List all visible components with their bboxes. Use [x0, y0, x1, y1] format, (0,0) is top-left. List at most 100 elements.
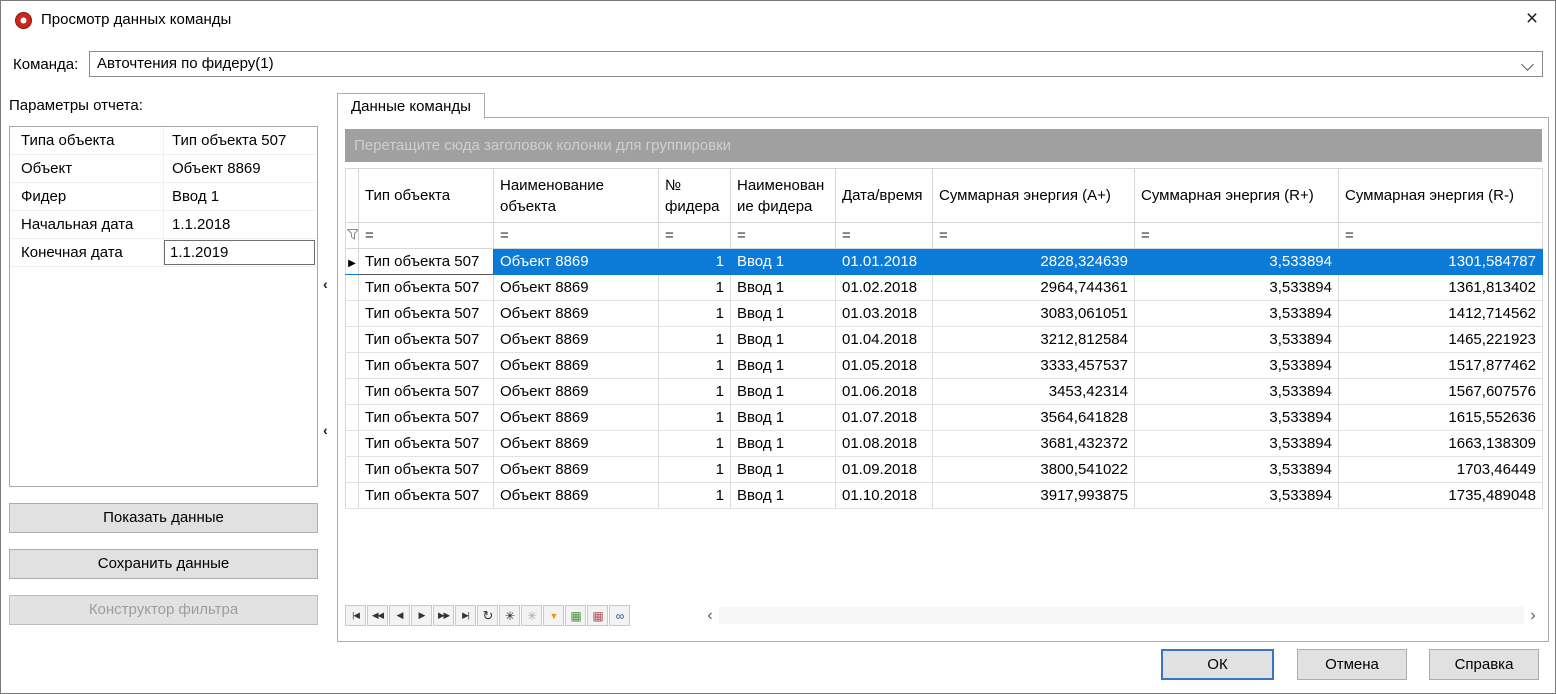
column-header[interactable]: № фидера — [659, 169, 731, 223]
table-row[interactable]: ▶Тип объекта 507Объект 88691Ввод 101.01.… — [346, 249, 1543, 275]
param-row[interactable]: Начальная дата1.1.2018 — [10, 211, 317, 239]
param-value[interactable]: Объект 8869 — [164, 155, 317, 182]
scrollbar-track[interactable] — [719, 607, 1524, 624]
grid-cell[interactable]: Объект 8869 — [494, 483, 659, 509]
table-row[interactable]: Тип объекта 507Объект 88691Ввод 101.06.2… — [346, 379, 1543, 405]
grid-cell[interactable]: 3,533894 — [1135, 457, 1339, 483]
nav-filter-button[interactable]: ▼ — [543, 605, 564, 626]
filter-cell[interactable]: = — [359, 223, 494, 249]
column-header[interactable]: Наименование фидера — [731, 169, 836, 223]
column-header[interactable]: Суммарная энергия (R-) — [1339, 169, 1543, 223]
grid-cell[interactable]: 01.08.2018 — [836, 431, 933, 457]
nav-prior-button[interactable]: ◀ — [389, 605, 410, 626]
grid-cell[interactable]: Объект 8869 — [494, 457, 659, 483]
grid-cell[interactable]: 3,533894 — [1135, 353, 1339, 379]
grid-cell[interactable]: 1 — [659, 327, 731, 353]
filter-cell[interactable]: = — [659, 223, 731, 249]
param-name[interactable]: Объект — [10, 155, 164, 182]
grid-cell[interactable]: 3681,432372 — [933, 431, 1135, 457]
table-row[interactable]: Тип объекта 507Объект 88691Ввод 101.05.2… — [346, 353, 1543, 379]
panel-splitter[interactable]: ‹ ‹ — [321, 126, 336, 487]
param-name[interactable]: Начальная дата — [10, 211, 164, 238]
grid-cell[interactable]: 1 — [659, 353, 731, 379]
param-value[interactable]: 1.1.2018 — [164, 211, 317, 238]
grid-cell[interactable]: Ввод 1 — [731, 301, 836, 327]
grid-cell[interactable]: Ввод 1 — [731, 431, 836, 457]
param-name[interactable]: Типа объекта — [10, 127, 164, 154]
param-value[interactable]: Ввод 1 — [164, 183, 317, 210]
grid-cell[interactable]: 3212,812584 — [933, 327, 1135, 353]
grid-cell[interactable]: Объект 8869 — [494, 379, 659, 405]
grid-cell[interactable]: 3,533894 — [1135, 431, 1339, 457]
nav-next-button[interactable]: ▶ — [411, 605, 432, 626]
grid-cell[interactable]: Тип объекта 507 — [359, 457, 494, 483]
grid-cell[interactable]: 01.07.2018 — [836, 405, 933, 431]
column-header[interactable]: Дата/время — [836, 169, 933, 223]
scroll-left-icon[interactable]: ‹ — [701, 605, 719, 626]
param-row[interactable]: Типа объектаТип объекта 507 — [10, 127, 317, 155]
nav-edit-button[interactable]: ▦ — [587, 605, 608, 626]
grid-cell[interactable]: 3453,42314 — [933, 379, 1135, 405]
group-by-panel[interactable]: Перетащите сюда заголовок колонки для гр… — [345, 129, 1542, 162]
grid-cell[interactable]: 1301,584787 — [1339, 249, 1543, 275]
grid-cell[interactable]: 3,533894 — [1135, 327, 1339, 353]
grid-cell[interactable]: Ввод 1 — [731, 483, 836, 509]
param-value-editor[interactable]: 1.1.2019 — [164, 240, 315, 265]
grid-cell[interactable]: Тип объекта 507 — [359, 275, 494, 301]
grid-cell[interactable]: Объект 8869 — [494, 327, 659, 353]
filter-cell[interactable]: = — [933, 223, 1135, 249]
grid-cell[interactable]: 01.02.2018 — [836, 275, 933, 301]
grid-cell[interactable]: Тип объекта 507 — [359, 249, 494, 275]
grid-cell[interactable]: 01.04.2018 — [836, 327, 933, 353]
nav-post-button[interactable]: ✳ — [499, 605, 520, 626]
grid-cell[interactable]: 1412,714562 — [1339, 301, 1543, 327]
grid-cell[interactable]: 1 — [659, 483, 731, 509]
ok-button[interactable]: ОК — [1161, 649, 1274, 680]
grid-cell[interactable]: Ввод 1 — [731, 405, 836, 431]
column-header[interactable]: Наименование объекта — [494, 169, 659, 223]
param-value[interactable]: Тип объекта 507 — [164, 127, 317, 154]
grid-cell[interactable]: 1465,221923 — [1339, 327, 1543, 353]
grid-cell[interactable]: Ввод 1 — [731, 457, 836, 483]
nav-cancel-button[interactable]: ✳ — [521, 605, 542, 626]
filter-cell[interactable]: = — [1135, 223, 1339, 249]
filter-cell[interactable]: = — [731, 223, 836, 249]
table-row[interactable]: Тип объекта 507Объект 88691Ввод 101.09.2… — [346, 457, 1543, 483]
collapse-left-icon[interactable]: ‹ — [323, 276, 328, 292]
grid-cell[interactable]: Тип объекта 507 — [359, 353, 494, 379]
close-icon[interactable]: × — [1509, 1, 1555, 39]
cancel-button[interactable]: Отмена — [1297, 649, 1407, 680]
grid-cell[interactable]: 1 — [659, 405, 731, 431]
grid-cell[interactable]: 3800,541022 — [933, 457, 1135, 483]
grid-cell[interactable]: Тип объекта 507 — [359, 483, 494, 509]
grid-cell[interactable]: 3,533894 — [1135, 301, 1339, 327]
nav-append-button[interactable]: ▦ — [565, 605, 586, 626]
table-row[interactable]: Тип объекта 507Объект 88691Ввод 101.04.2… — [346, 327, 1543, 353]
command-combobox[interactable]: Авточтения по фидеру(1) — [89, 51, 1543, 77]
grid-cell[interactable]: Тип объекта 507 — [359, 379, 494, 405]
filter-cell[interactable]: = — [494, 223, 659, 249]
param-name[interactable]: Конечная дата — [10, 239, 164, 266]
scroll-right-icon[interactable]: › — [1524, 605, 1542, 626]
grid-cell[interactable]: 1 — [659, 379, 731, 405]
grid-cell[interactable]: 3,533894 — [1135, 249, 1339, 275]
grid-cell[interactable]: Объект 8869 — [494, 405, 659, 431]
grid-cell[interactable]: Объект 8869 — [494, 353, 659, 379]
show-data-button[interactable]: Показать данные — [9, 503, 318, 533]
grid-cell[interactable]: 3333,457537 — [933, 353, 1135, 379]
table-row[interactable]: Тип объекта 507Объект 88691Ввод 101.07.2… — [346, 405, 1543, 431]
grid-cell[interactable]: 3,533894 — [1135, 379, 1339, 405]
grid-cell[interactable]: 3083,061051 — [933, 301, 1135, 327]
grid-cell[interactable]: 01.01.2018 — [836, 249, 933, 275]
collapse-left-icon[interactable]: ‹ — [323, 422, 328, 438]
grid-cell[interactable]: 1 — [659, 457, 731, 483]
grid-cell[interactable]: 1 — [659, 301, 731, 327]
grid-cell[interactable]: 3,533894 — [1135, 275, 1339, 301]
grid-cell[interactable]: 01.06.2018 — [836, 379, 933, 405]
table-row[interactable]: Тип объекта 507Объект 88691Ввод 101.10.2… — [346, 483, 1543, 509]
grid-cell[interactable]: 1 — [659, 275, 731, 301]
nav-refresh-button[interactable]: ↻ — [477, 605, 498, 626]
grid-cell[interactable]: Тип объекта 507 — [359, 431, 494, 457]
tab-command-data[interactable]: Данные команды — [337, 93, 485, 119]
nav-next-page-button[interactable]: ▶▶ — [433, 605, 454, 626]
